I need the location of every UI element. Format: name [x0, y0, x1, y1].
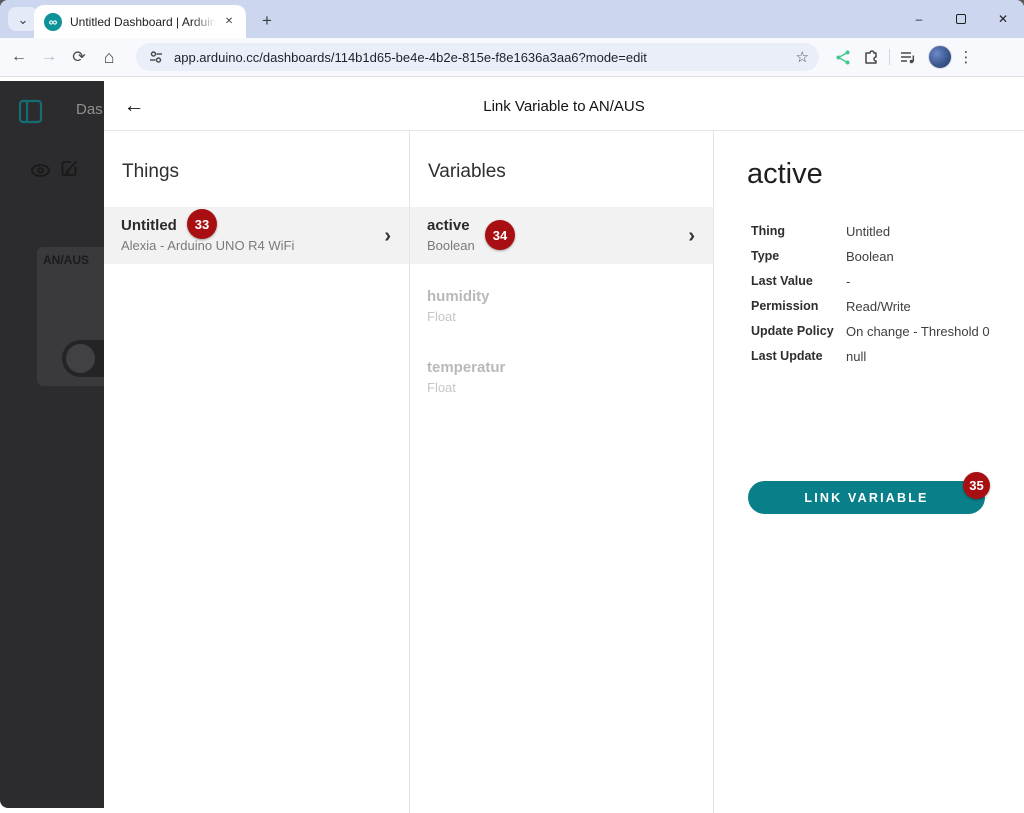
extensions-button[interactable] [857, 43, 885, 71]
kebab-menu-icon: ⋮ [959, 48, 974, 66]
modal-columns: Things Untitled Alexia - Arduino UNO R4 … [104, 131, 1024, 813]
detail-value: Read/Write [846, 299, 911, 314]
variable-type: Boolean [427, 238, 696, 253]
chevron-right-icon: › [688, 226, 695, 246]
sidebar-panel-icon[interactable] [18, 99, 43, 124]
variable-item-humidity: humidity Float [410, 278, 713, 335]
browser-window: ⌄ ∞ Untitled Dashboard | Arduino C ✕ + –… [0, 0, 1024, 813]
eye-icon[interactable] [29, 159, 52, 182]
dashboard-nav-label: Das [76, 101, 103, 118]
puzzle-icon [862, 48, 880, 66]
detail-row-last-value: Last Value - [751, 274, 1024, 289]
detail-label: Last Update [751, 349, 846, 364]
bookmark-star-button[interactable]: ☆ [796, 48, 809, 66]
close-icon: ✕ [998, 12, 1008, 26]
detail-row-type: Type Boolean [751, 249, 1024, 264]
detail-value: Boolean [846, 249, 894, 264]
link-variable-modal: ← Link Variable to AN/AUS Things Untitle… [104, 81, 1024, 813]
back-button[interactable]: ← [4, 42, 34, 72]
infinity-icon: ∞ [49, 15, 58, 29]
detail-row-last-update: Last Update null [751, 349, 1024, 364]
detail-label: Type [751, 249, 846, 264]
tab-strip: ⌄ ∞ Untitled Dashboard | Arduino C ✕ + –… [0, 0, 1024, 38]
annotation-badge: 35 [963, 472, 990, 499]
detail-label: Update Policy [751, 324, 846, 339]
variables-header: Variables [428, 161, 713, 183]
reload-button[interactable]: ⟳ [64, 42, 94, 72]
variable-name: active [427, 217, 696, 234]
minimize-icon: – [916, 12, 923, 26]
profile-avatar[interactable] [928, 45, 952, 69]
tab-title: Untitled Dashboard | Arduino C [70, 15, 216, 29]
star-icon: ☆ [796, 49, 809, 66]
share-icon [835, 49, 852, 66]
home-icon: ⌂ [104, 47, 115, 68]
annotation-badge: 34 [485, 220, 515, 250]
detail-label: Permission [751, 299, 846, 314]
detail-title: active [747, 158, 1024, 191]
home-button[interactable]: ⌂ [94, 42, 124, 72]
detail-label: Last Value [751, 274, 846, 289]
thing-item-untitled[interactable]: Untitled Alexia - Arduino UNO R4 WiFi 33… [104, 207, 409, 264]
detail-value: null [846, 349, 866, 364]
thing-subtitle: Alexia - Arduino UNO R4 WiFi [121, 238, 392, 253]
minimize-button[interactable]: – [898, 0, 940, 38]
chrome-menu-button[interactable]: ⋮ [952, 43, 980, 71]
things-header: Things [122, 161, 409, 183]
close-window-button[interactable]: ✕ [982, 0, 1024, 38]
address-bar[interactable]: app.arduino.cc/dashboards/114b1d65-be4e-… [136, 43, 819, 71]
chevron-down-icon: ⌄ [18, 13, 29, 26]
url-text: app.arduino.cc/dashboards/114b1d65-be4e-… [174, 50, 790, 65]
edit-icon[interactable] [58, 157, 81, 180]
close-icon: ✕ [225, 16, 233, 27]
plus-icon: + [262, 11, 272, 31]
variable-type: Float [427, 380, 696, 395]
link-variable-button-wrap: LINK VARIABLE 35 [748, 481, 985, 514]
playlist-icon [899, 48, 917, 66]
toolbar-separator [889, 49, 890, 65]
things-column: Things Untitled Alexia - Arduino UNO R4 … [104, 131, 410, 813]
toggle-widget-card: AN/AUS [37, 247, 104, 386]
tab-close-button[interactable]: ✕ [220, 13, 238, 31]
detail-row-thing: Thing Untitled [751, 224, 1024, 239]
site-settings-icon[interactable] [148, 49, 164, 65]
detail-row-permission: Permission Read/Write [751, 299, 1024, 314]
modal-title: Link Variable to AN/AUS [104, 81, 1024, 131]
link-variable-button[interactable]: LINK VARIABLE [748, 481, 985, 514]
variables-column: Variables active Boolean 34 › humidity F… [410, 131, 714, 813]
annotation-badge: 33 [187, 209, 217, 239]
detail-label: Thing [751, 224, 846, 239]
detail-value: - [846, 274, 850, 289]
variable-item-temperatur: temperatur Float [410, 349, 713, 406]
variable-detail-panel: active Thing Untitled Type Boolean Last … [714, 131, 1024, 813]
browser-toolbar: ← → ⟳ ⌂ app.arduino.cc/dashboards/114b1d… [0, 38, 1024, 77]
browser-tab[interactable]: ∞ Untitled Dashboard | Arduino C ✕ [34, 5, 246, 38]
share-button[interactable] [829, 43, 857, 71]
detail-value: Untitled [846, 224, 890, 239]
dashboard-background: Das AN/AUS [0, 81, 104, 808]
maximize-button[interactable] [940, 0, 982, 38]
media-playlist-button[interactable] [894, 43, 922, 71]
widget-title: AN/AUS [37, 247, 104, 267]
variable-name: temperatur [427, 359, 696, 376]
detail-row-update-policy: Update Policy On change - Threshold 0 [751, 324, 1024, 339]
arduino-favicon-icon: ∞ [44, 13, 62, 31]
variable-item-active[interactable]: active Boolean 34 › [410, 207, 713, 264]
toggle-knob [66, 344, 95, 373]
forward-icon: → [41, 48, 57, 66]
forward-button[interactable]: → [34, 42, 64, 72]
maximize-icon [956, 14, 966, 24]
reload-icon: ⟳ [72, 47, 85, 67]
variable-type: Float [427, 309, 696, 324]
new-tab-button[interactable]: + [254, 8, 280, 34]
thing-name: Untitled [121, 217, 392, 234]
modal-header: ← Link Variable to AN/AUS [104, 81, 1024, 131]
detail-value: On change - Threshold 0 [846, 324, 990, 339]
detail-rows: Thing Untitled Type Boolean Last Value -… [751, 224, 1024, 364]
chevron-right-icon: › [384, 226, 391, 246]
variable-name: humidity [427, 288, 696, 305]
back-icon: ← [11, 48, 27, 66]
toggle-switch[interactable] [62, 340, 104, 377]
window-controls: – ✕ [898, 0, 1024, 38]
